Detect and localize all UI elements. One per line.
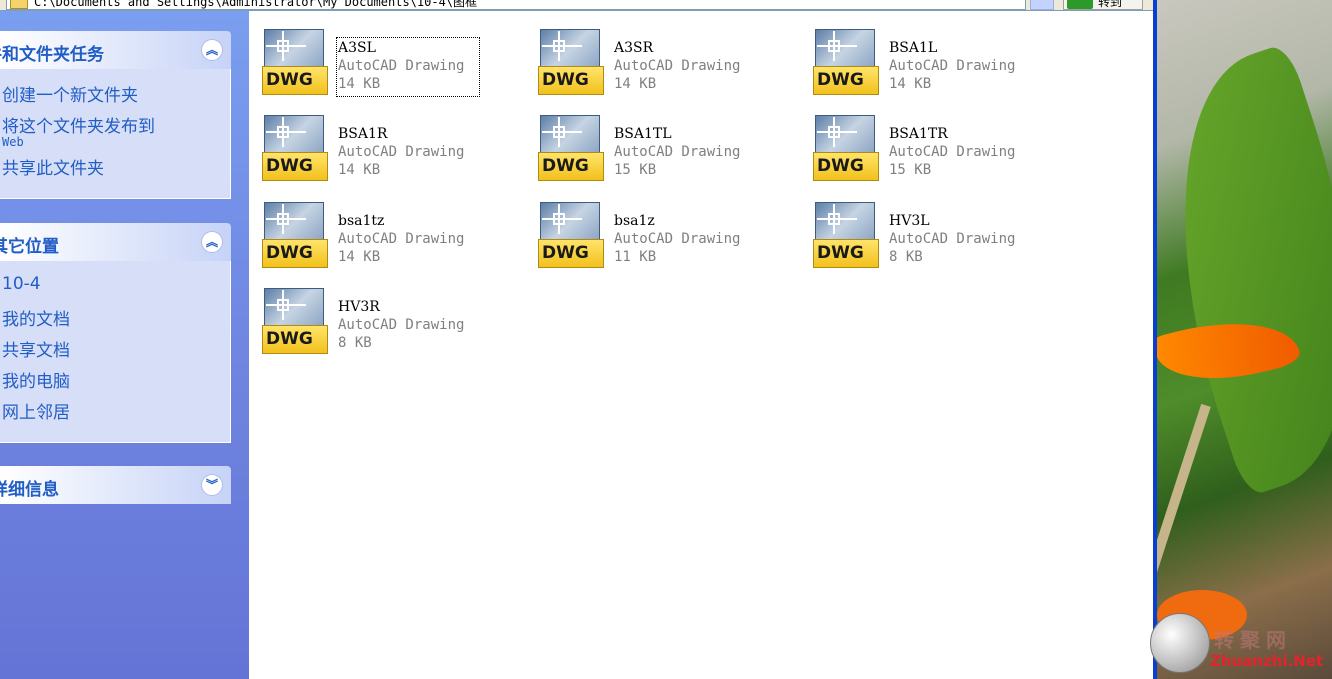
file-view: DWG A3SL AutoCAD Drawing 14 KB DWG A3SR … <box>249 11 1153 679</box>
collapse-chevron-icon[interactable]: ︽ <box>201 39 223 61</box>
task-publish-folder-web[interactable]: Web <box>2 135 24 149</box>
dwg-file-icon: DWG <box>262 288 328 354</box>
file-name: A3SR <box>614 40 654 56</box>
file-type: AutoCAD Drawing <box>614 144 741 160</box>
dwg-file-icon: DWG <box>538 115 604 181</box>
place-my-documents[interactable]: 我的文档 <box>2 305 70 330</box>
file-folder-tasks-header[interactable]: 文件和文件夹任务 ︽ <box>0 31 231 69</box>
file-item[interactable]: DWG bsa1z AutoCAD Drawing 11 KB <box>525 194 775 274</box>
file-name: BSA1R <box>338 126 388 142</box>
file-item[interactable]: DWG BSA1L AutoCAD Drawing 14 KB <box>800 21 1050 101</box>
file-type: AutoCAD Drawing <box>614 231 741 247</box>
dwg-file-icon: DWG <box>813 29 879 95</box>
place-shared-documents[interactable]: 共享文档 <box>2 336 70 361</box>
wallpaper-leaf <box>1157 42 1332 498</box>
folder-icon <box>10 0 28 9</box>
details-header[interactable]: 详细信息 ︾ <box>0 466 231 504</box>
task-pane: 文件和文件夹任务 ︽ 创建一个新文件夹 将这个文件夹发布到 Web 共享此文件夹… <box>0 11 249 679</box>
file-item[interactable]: DWG A3SL AutoCAD Drawing 14 KB <box>249 21 499 101</box>
file-item[interactable]: DWG HV3L AutoCAD Drawing 8 KB <box>800 194 1050 274</box>
file-item[interactable]: DWG BSA1TL AutoCAD Drawing 15 KB <box>525 107 775 187</box>
file-type: AutoCAD Drawing <box>889 144 1016 160</box>
file-name: BSA1TR <box>889 126 948 142</box>
other-places-header[interactable]: 其它位置 ︽ <box>0 223 231 261</box>
dwg-file-icon: DWG <box>262 29 328 95</box>
task-share-folder[interactable]: 共享此文件夹 <box>2 154 104 179</box>
watermark-text-cn: 转聚网 <box>1214 628 1292 652</box>
dwg-file-icon: DWG <box>813 115 879 181</box>
file-folder-tasks-panel: 创建一个新文件夹 将这个文件夹发布到 Web 共享此文件夹 <box>0 69 231 199</box>
dwg-file-icon: DWG <box>813 202 879 268</box>
other-places-panel: 10-4 我的文档 共享文档 我的电脑 网上邻居 <box>0 261 231 443</box>
file-name: BSA1L <box>889 40 938 56</box>
file-type: AutoCAD Drawing <box>614 58 741 74</box>
dwg-file-icon: DWG <box>262 202 328 268</box>
file-name: HV3R <box>338 299 380 315</box>
file-item[interactable]: DWG BSA1R AutoCAD Drawing 14 KB <box>249 107 499 187</box>
file-name: BSA1TL <box>614 126 672 142</box>
file-size: 14 KB <box>614 76 657 92</box>
file-size: 14 KB <box>338 249 381 265</box>
place-10-4[interactable]: 10-4 <box>2 274 41 294</box>
wallpaper-stem <box>1157 403 1211 617</box>
file-name: HV3L <box>889 213 930 229</box>
place-my-computer[interactable]: 我的电脑 <box>2 367 70 392</box>
address-bar: C:\Documents and Settings\Administrator\… <box>0 0 1153 11</box>
file-type: AutoCAD Drawing <box>338 144 465 160</box>
file-item[interactable]: DWG bsa1tz AutoCAD Drawing 14 KB <box>249 194 499 274</box>
watermark-logo-icon <box>1150 613 1210 673</box>
file-type: AutoCAD Drawing <box>889 231 1016 247</box>
file-name: bsa1z <box>614 213 655 229</box>
file-folder-tasks-title: 文件和文件夹任务 <box>0 45 104 65</box>
go-label: 转到 <box>1098 0 1123 9</box>
file-type: AutoCAD Drawing <box>338 58 465 74</box>
dwg-file-icon: DWG <box>538 29 604 95</box>
file-name: bsa1tz <box>338 213 385 229</box>
details-title: 详细信息 <box>0 480 59 500</box>
file-name: A3SL <box>338 40 376 56</box>
file-size: 8 KB <box>338 335 372 351</box>
file-size: 15 KB <box>889 162 932 178</box>
file-type: AutoCAD Drawing <box>338 231 465 247</box>
file-size: 14 KB <box>338 76 381 92</box>
task-new-folder[interactable]: 创建一个新文件夹 <box>2 81 138 106</box>
desktop-wallpaper <box>1157 0 1332 679</box>
file-size: 14 KB <box>338 162 381 178</box>
task-publish-folder[interactable]: 将这个文件夹发布到 <box>2 112 155 137</box>
file-item[interactable]: DWG A3SR AutoCAD Drawing 14 KB <box>525 21 775 101</box>
file-size: 14 KB <box>889 76 932 92</box>
other-places-title: 其它位置 <box>0 237 59 257</box>
dwg-file-icon: DWG <box>538 202 604 268</box>
go-button[interactable]: 转到 <box>1063 0 1143 10</box>
file-size: 11 KB <box>614 249 657 265</box>
file-size: 15 KB <box>614 162 657 178</box>
go-arrow-icon <box>1067 0 1093 9</box>
dwg-file-icon: DWG <box>262 115 328 181</box>
file-size: 8 KB <box>889 249 923 265</box>
collapse-chevron-icon[interactable]: ︽ <box>201 231 223 253</box>
address-path: C:\Documents and Settings\Administrator\… <box>34 0 478 9</box>
expand-chevron-icon[interactable]: ︾ <box>201 474 223 496</box>
file-type: AutoCAD Drawing <box>338 317 465 333</box>
watermark-text-en: Zhuanzhi.Net <box>1210 652 1324 670</box>
file-item[interactable]: DWG HV3R AutoCAD Drawing 8 KB <box>249 280 499 360</box>
address-dropdown-button[interactable] <box>1030 0 1054 10</box>
file-type: AutoCAD Drawing <box>889 58 1016 74</box>
file-item[interactable]: DWG BSA1TR AutoCAD Drawing 15 KB <box>800 107 1050 187</box>
place-network-places[interactable]: 网上邻居 <box>2 398 70 423</box>
